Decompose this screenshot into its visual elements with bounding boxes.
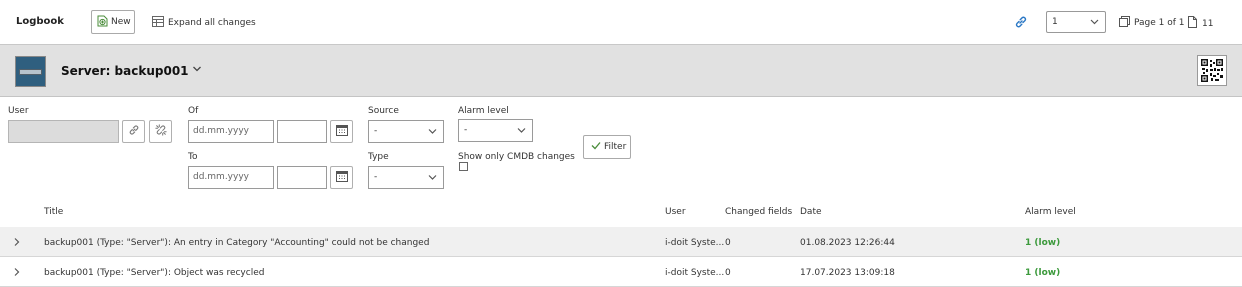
attach-user-button[interactable] [122,120,145,143]
table-row[interactable]: backup001 (Type: "Server"): An entry in … [0,227,1242,257]
row-user: i-doit Syste... [665,238,725,248]
expand-all-button[interactable]: Expand all changes [152,16,256,30]
entry-count-label: 11 [1202,18,1214,29]
row-title: backup001 (Type: "Server"): Object was r… [44,268,265,278]
to-time-field[interactable] [277,166,327,189]
filter-button[interactable]: Filter [583,135,631,159]
chevron-down-icon [428,167,437,197]
chevron-down-icon [428,121,437,151]
link-icon [128,124,140,139]
logbook-toolbar: Logbook New Expand all changes 1 Page 1 … [0,0,1242,45]
source-label: Source [368,106,399,116]
source-select-value: - [374,126,378,136]
table-row[interactable]: backup001 (Type: "Server"): Object was r… [0,257,1242,287]
calendar-icon [335,124,348,139]
alarm-level-select-value: - [464,125,468,135]
object-title: Server: backup001 [61,64,189,78]
column-header-user[interactable]: User [665,207,686,217]
new-button-label: New [111,17,131,27]
document-icon [1188,16,1197,31]
column-header-alarm-level[interactable]: Alarm level [1025,207,1076,217]
row-changed-fields: 0 [725,268,731,278]
row-title: backup001 (Type: "Server"): An entry in … [44,238,430,248]
type-label: Type [368,152,389,162]
row-date: 17.07.2023 13:09:18 [800,268,895,278]
alarm-level-label: Alarm level [458,106,509,116]
user-label: User [8,106,29,116]
to-date-field[interactable]: dd.mm.yyyy [188,166,274,189]
type-select-value: - [374,172,378,182]
alarm-level-select[interactable]: - [458,119,533,142]
expand-all-label: Expand all changes [168,18,256,28]
new-button[interactable]: New [91,10,135,34]
user-field[interactable] [8,120,119,143]
row-changed-fields: 0 [725,238,731,248]
page-select[interactable]: 1 [1046,11,1106,33]
source-select[interactable]: - [368,120,444,143]
column-header-title[interactable]: Title [44,207,63,217]
server-image [15,56,46,87]
chevron-down-icon [1090,12,1099,40]
row-date: 01.08.2023 12:26:44 [800,238,895,248]
qr-code-icon[interactable] [1197,55,1227,86]
of-date-field[interactable]: dd.mm.yyyy [188,120,274,143]
pages-icon [1119,16,1130,30]
cmdb-only-label: Show only CMDB changes [458,152,575,162]
link-icon[interactable] [1014,15,1028,32]
page-info-label: Page 1 of 1 [1134,18,1185,28]
checkmark-icon [591,141,601,153]
page-select-value: 1 [1052,17,1058,27]
table-icon [152,16,164,30]
column-header-date[interactable]: Date [800,207,822,217]
calendar-icon [335,170,348,185]
detach-user-button[interactable] [149,120,172,143]
to-label: To [188,152,198,162]
row-user: i-doit Syste... [665,268,725,278]
of-label: Of [188,106,199,116]
column-header-changed-fields[interactable]: Changed fields [725,207,792,217]
unlink-icon [154,124,167,139]
new-icon [97,15,108,30]
row-alarm-level: 1 (low) [1025,268,1061,278]
object-header: Server: backup001 [0,45,1242,97]
page-title: Logbook [16,16,64,27]
cmdb-only-checkbox[interactable] [459,162,468,171]
row-alarm-level: 1 (low) [1025,238,1061,248]
chevron-right-icon[interactable] [13,266,21,281]
page-info: Page 1 of 1 [1119,16,1185,30]
entry-count: 11 [1188,16,1213,31]
of-calendar-button[interactable] [330,120,353,143]
filter-button-label: Filter [604,142,627,152]
type-select[interactable]: - [368,166,444,189]
chevron-down-icon[interactable] [192,64,202,77]
chevron-right-icon[interactable] [13,236,21,251]
chevron-down-icon [517,120,526,150]
of-time-field[interactable] [277,120,327,143]
to-calendar-button[interactable] [330,166,353,189]
